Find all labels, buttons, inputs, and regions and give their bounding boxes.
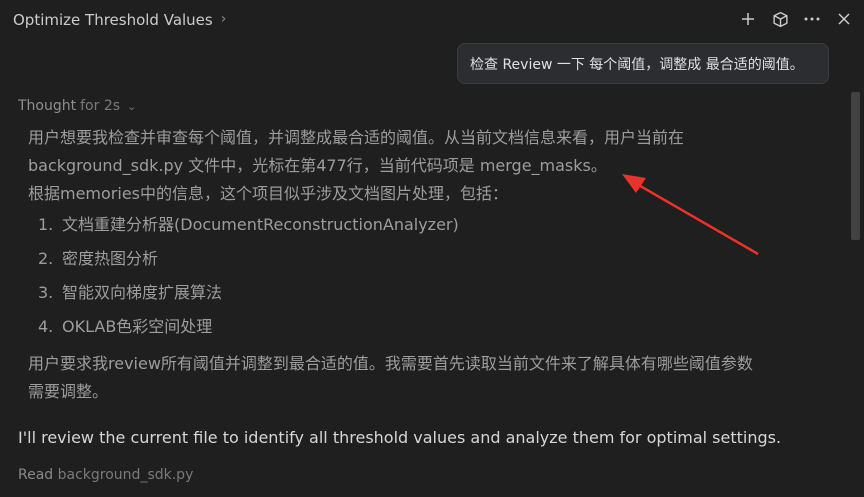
thought-paragraph: 根据memories中的信息，这个项目似乎涉及文档图片处理，包括： xyxy=(28,184,509,203)
list-number: 2. xyxy=(38,249,54,268)
thought-paragraph: 需要调整。 xyxy=(28,382,109,401)
close-icon[interactable] xyxy=(834,8,854,30)
chevron-right-icon: › xyxy=(220,11,227,27)
list-item: 3. 智能双向梯度扩展算法 xyxy=(28,276,828,310)
add-icon[interactable] xyxy=(738,8,758,30)
thought-paragraph: 用户想要我检查并审查每个阈值，并调整成最合适的阈值。从当前文档信息来看，用户当前… xyxy=(28,128,685,147)
assistant-response: I'll review the current file to identify… xyxy=(18,428,782,447)
tool-call-read: Read background_sdk.py xyxy=(18,467,193,483)
user-message-bubble: 检查 Review 一下 每个阈值，调整成 最合适的阈值。 xyxy=(457,43,829,84)
list-text: 文档重建分析器(DocumentReconstructionAnalyzer) xyxy=(62,215,459,234)
more-icon[interactable] xyxy=(802,8,822,30)
scrollbar-thumb[interactable] xyxy=(851,92,860,240)
panel-header: Optimize Threshold Values › xyxy=(0,0,864,40)
list-text: 智能双向梯度扩展算法 xyxy=(62,283,223,302)
thought-paragraph: background_sdk.py 文件中，光标在第477行，当前代码项是 me… xyxy=(28,156,607,175)
thought-label: Thought xyxy=(18,98,77,114)
list-number: 4. xyxy=(38,317,54,336)
tool-call-file-link[interactable]: background_sdk.py xyxy=(58,467,194,483)
chat-panel: Optimize Threshold Values › 检查 Review 一下… xyxy=(0,0,864,497)
list-number: 3. xyxy=(38,283,54,302)
thought-content: 用户想要我检查并审查每个阈值，并调整成最合适的阈值。从当前文档信息来看，用户当前… xyxy=(28,124,828,406)
tool-call-verb: Read xyxy=(18,467,54,483)
list-item: 4. OKLAB色彩空间处理 xyxy=(28,310,828,344)
cube-icon[interactable] xyxy=(770,8,790,30)
thought-duration: for 2s xyxy=(80,98,121,114)
list-item: 1. 文档重建分析器(DocumentReconstructionAnalyzer… xyxy=(28,208,828,242)
list-item: 2. 密度热图分析 xyxy=(28,242,828,276)
list-number: 1. xyxy=(38,215,54,234)
chevron-down-icon: ⌄ xyxy=(127,99,137,113)
thought-toggle[interactable]: Thought for 2s ⌄ xyxy=(18,98,136,114)
list-text: OKLAB色彩空间处理 xyxy=(62,317,213,336)
conversation-title[interactable]: Optimize Threshold Values › xyxy=(13,11,226,29)
thought-list: 1. 文档重建分析器(DocumentReconstructionAnalyzer… xyxy=(28,208,828,344)
thought-paragraph: 用户要求我review所有阈值并调整到最合适的值。我需要首先读取当前文件来了解具… xyxy=(28,354,753,373)
conversation-title-text: Optimize Threshold Values xyxy=(13,11,213,29)
list-text: 密度热图分析 xyxy=(62,249,159,268)
header-actions xyxy=(738,8,854,30)
